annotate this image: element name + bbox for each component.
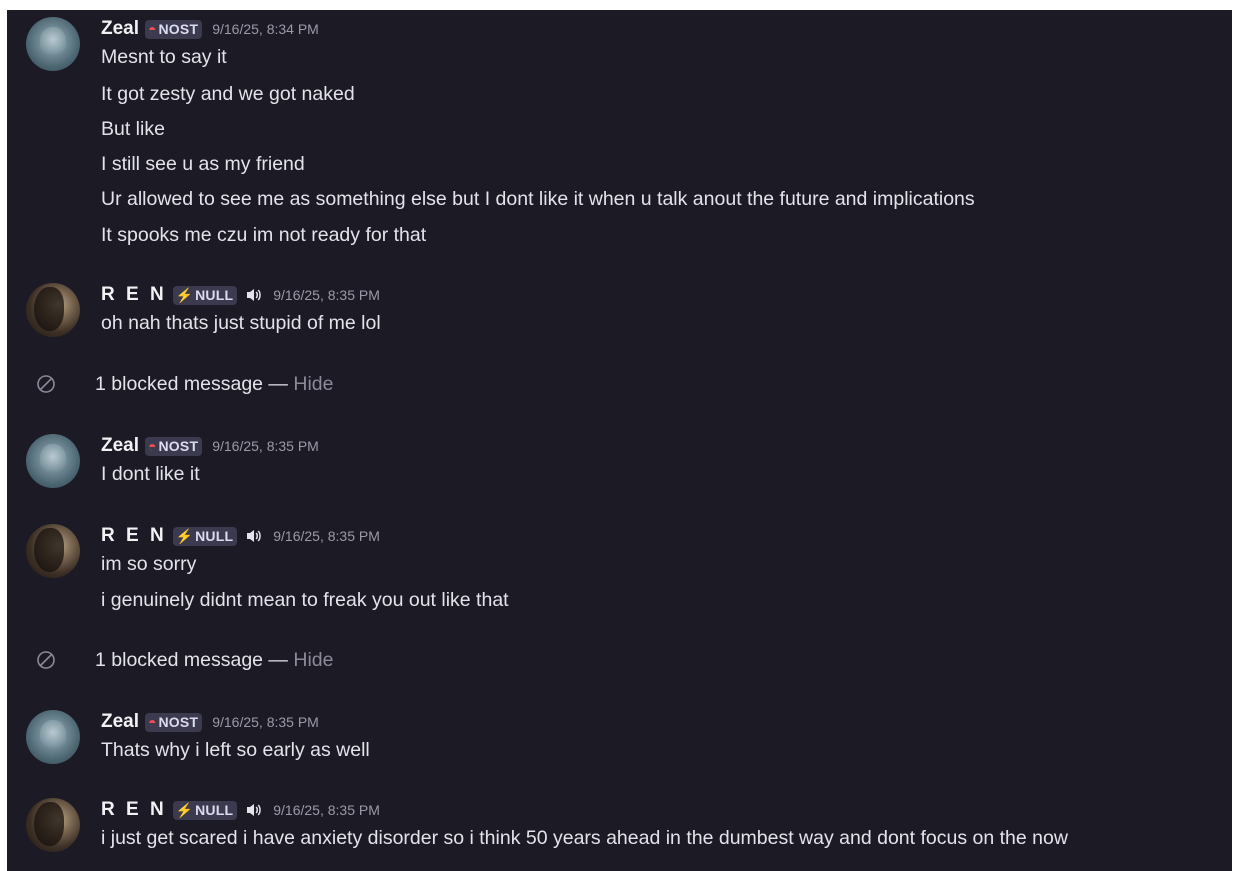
lightning-icon: ⚡ bbox=[175, 802, 194, 818]
speaker-icon bbox=[247, 804, 261, 816]
message-line: But like bbox=[101, 118, 165, 140]
role-tag[interactable]: ⚡ NULL bbox=[172, 526, 238, 546]
hide-blocked-link[interactable]: Hide bbox=[293, 649, 333, 671]
avatar[interactable] bbox=[26, 434, 80, 488]
avatar[interactable] bbox=[26, 710, 80, 764]
avatar[interactable] bbox=[26, 798, 80, 852]
avatar[interactable] bbox=[26, 524, 80, 578]
role-tag[interactable]: ◓ NOST bbox=[145, 712, 203, 732]
timestamp[interactable]: 9/16/25, 8:34 PM bbox=[212, 21, 319, 37]
message-line: Thats why i left so early as well bbox=[101, 739, 370, 761]
message-header: R E N ⚡ NULL 9/16/25, 8:35 PM bbox=[101, 282, 380, 308]
message-header: Zeal ◓ NOST 9/16/25, 8:34 PM bbox=[101, 16, 319, 42]
message-line: Ur allowed to see me as something else b… bbox=[101, 188, 975, 210]
message-line: oh nah thats just stupid of me lol bbox=[101, 312, 381, 334]
username[interactable]: Zeal bbox=[101, 711, 139, 733]
speaker-icon bbox=[247, 289, 261, 301]
message-line: im so sorry bbox=[101, 553, 197, 575]
blocked-icon bbox=[37, 375, 55, 393]
blocked-message-label: 1 blocked message — bbox=[95, 372, 288, 395]
message-header: Zeal ◓ NOST 9/16/25, 8:35 PM bbox=[101, 709, 319, 735]
blocked-message-text: 1 blocked message — Hide bbox=[95, 649, 333, 672]
message-line: Mesnt to say it bbox=[101, 46, 227, 68]
message-line: I dont like it bbox=[101, 463, 200, 485]
username[interactable]: R E N bbox=[101, 525, 167, 547]
blocked-message-row: 1 blocked message — Hide bbox=[7, 369, 1232, 399]
lightning-icon: ⚡ bbox=[175, 287, 194, 303]
username[interactable]: Zeal bbox=[101, 435, 139, 457]
username[interactable]: Zeal bbox=[101, 18, 139, 40]
message-header: R E N ⚡ NULL 9/16/25, 8:35 PM bbox=[101, 797, 380, 823]
message-line: It spooks me czu im not ready for that bbox=[101, 224, 427, 246]
role-tag[interactable]: ⚡ NULL bbox=[172, 285, 238, 305]
role-tag[interactable]: ◓ NOST bbox=[145, 436, 203, 456]
message-line: i just get scared i have anxiety disorde… bbox=[101, 827, 1068, 849]
role-tag-label: NOST bbox=[158, 21, 199, 37]
timestamp[interactable]: 9/16/25, 8:35 PM bbox=[273, 802, 380, 818]
blocked-icon bbox=[37, 651, 55, 669]
message-line: i genuinely didnt mean to freak you out … bbox=[101, 589, 509, 611]
username[interactable]: R E N bbox=[101, 284, 167, 306]
role-tag[interactable]: ◓ NOST bbox=[145, 19, 203, 39]
chat-message-list[interactable]: Zeal ◓ NOST 9/16/25, 8:34 PM Mesnt to sa… bbox=[7, 10, 1232, 871]
hide-blocked-link[interactable]: Hide bbox=[293, 373, 333, 395]
role-tag-label: NOST bbox=[158, 438, 199, 454]
role-tag-label: NULL bbox=[195, 528, 234, 544]
message-header: R E N ⚡ NULL 9/16/25, 8:35 PM bbox=[101, 523, 380, 549]
role-tag[interactable]: ⚡ NULL bbox=[172, 800, 238, 820]
nost-role-icon: ◓ bbox=[148, 21, 157, 37]
timestamp[interactable]: 9/16/25, 8:35 PM bbox=[273, 287, 380, 303]
speaker-icon bbox=[247, 530, 261, 542]
blocked-message-row: 1 blocked message — Hide bbox=[7, 645, 1232, 675]
role-tag-label: NULL bbox=[195, 287, 234, 303]
avatar[interactable] bbox=[26, 17, 80, 71]
role-tag-label: NOST bbox=[158, 714, 199, 730]
nost-role-icon: ◓ bbox=[148, 714, 157, 730]
avatar[interactable] bbox=[26, 283, 80, 337]
message-line: I still see u as my friend bbox=[101, 153, 305, 175]
message-header: Zeal ◓ NOST 9/16/25, 8:35 PM bbox=[101, 433, 319, 459]
blocked-message-label: 1 blocked message — bbox=[95, 648, 288, 671]
nost-role-icon: ◓ bbox=[148, 438, 157, 454]
timestamp[interactable]: 9/16/25, 8:35 PM bbox=[273, 528, 380, 544]
timestamp[interactable]: 9/16/25, 8:35 PM bbox=[212, 438, 319, 454]
role-tag-label: NULL bbox=[195, 802, 234, 818]
timestamp[interactable]: 9/16/25, 8:35 PM bbox=[212, 714, 319, 730]
message-line: It got zesty and we got naked bbox=[101, 83, 355, 105]
blocked-message-text: 1 blocked message — Hide bbox=[95, 373, 333, 396]
lightning-icon: ⚡ bbox=[175, 528, 194, 544]
username[interactable]: R E N bbox=[101, 799, 167, 821]
